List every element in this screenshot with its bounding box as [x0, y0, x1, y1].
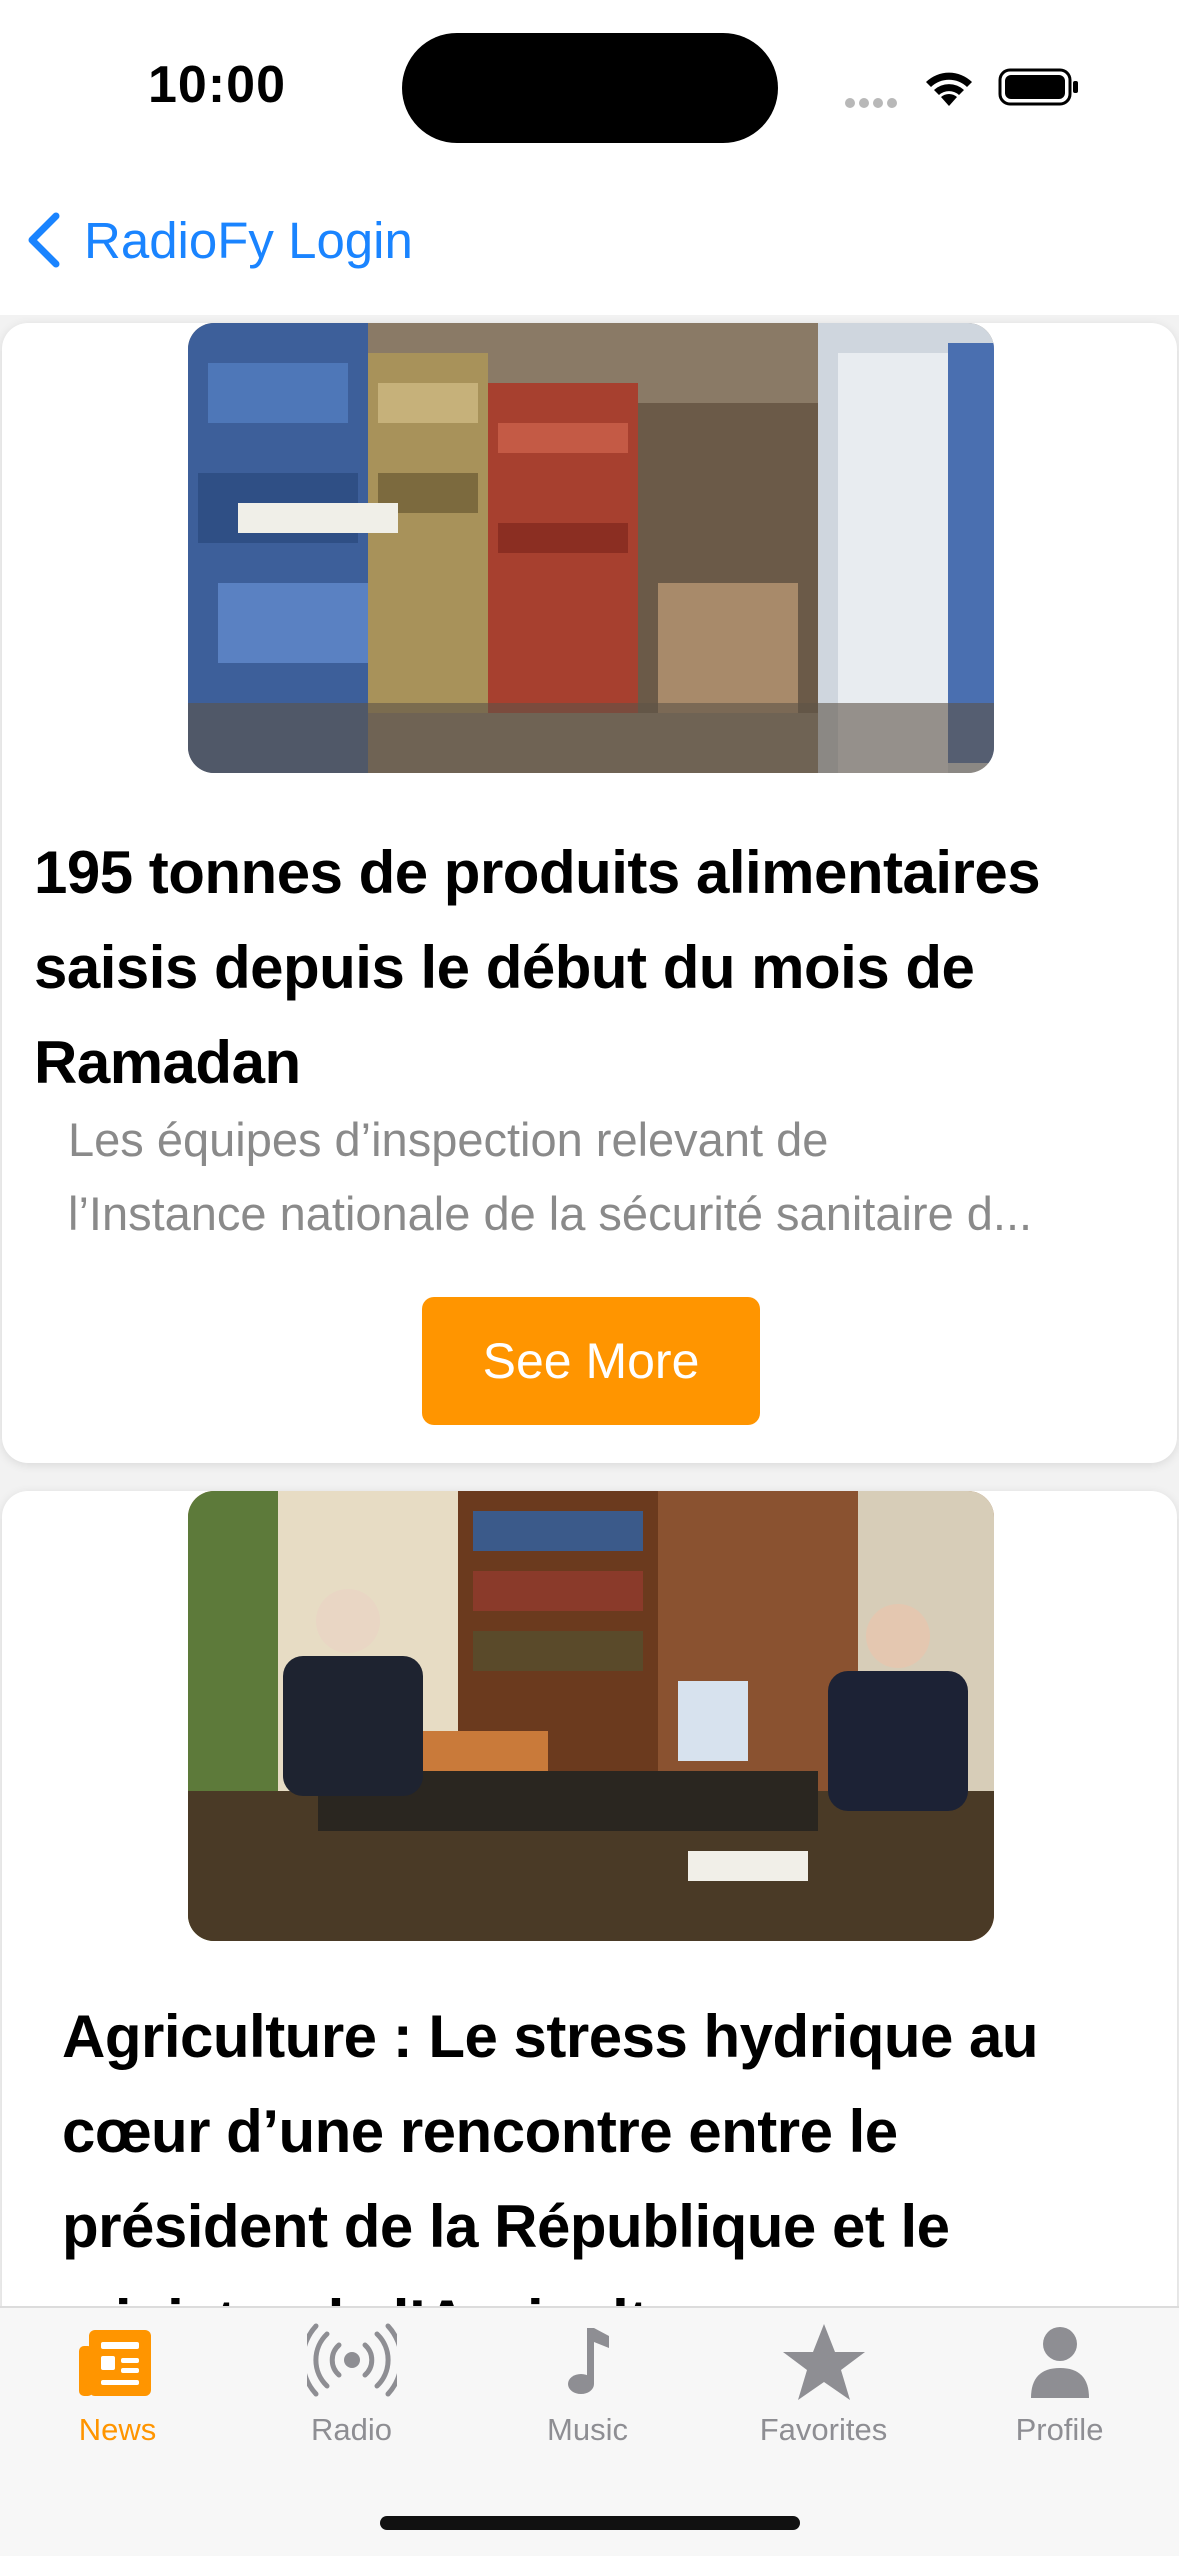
news-feed[interactable]: 195 tonnes de produits alimentaires sais… [0, 315, 1179, 2310]
radio-waves-icon [306, 2323, 397, 2397]
news-card[interactable]: 195 tonnes de produits alimentaires sais… [2, 323, 1177, 1463]
newspaper-icon [78, 2330, 151, 2396]
tab-label: Music [547, 2412, 628, 2447]
article-excerpt: Les équipes d’inspection relevant de l’I… [68, 1103, 1128, 1251]
home-indicator [380, 2516, 800, 2530]
back-button[interactable]: RadioFy Login [24, 195, 413, 285]
article-headline[interactable]: Agriculture : Le stress hydrique au cœur… [62, 1989, 1152, 2310]
article-excerpt-line: l’Instance nationale de la sécurité sani… [68, 1187, 1033, 1240]
article-image [188, 1491, 994, 1941]
article-excerpt-line: Les équipes d’inspection relevant de [68, 1113, 829, 1166]
news-card[interactable]: Agriculture : Le stress hydrique au cœur… [2, 1491, 1177, 2310]
tab-music[interactable]: Music [470, 2320, 705, 2470]
tab-label: Favorites [759, 2412, 888, 2447]
tab-radio[interactable]: Radio [234, 2320, 469, 2470]
status-time: 10:00 [148, 56, 286, 114]
article-headline[interactable]: 195 tonnes de produits alimentaires sais… [34, 825, 1154, 1110]
status-bar: 10:00 [0, 0, 1179, 165]
tab-profile[interactable]: Profile [942, 2320, 1177, 2470]
star-icon [782, 2324, 865, 2400]
tab-label: Profile [1015, 2412, 1104, 2447]
see-more-button[interactable]: See More [422, 1297, 760, 1425]
tab-favorites[interactable]: Favorites [706, 2320, 941, 2470]
person-icon [1030, 2327, 1089, 2398]
app-screen: 10:00 RadioFy Login 195 tonnes de produi… [0, 0, 1179, 2556]
cellular-signal-icon [845, 95, 905, 108]
wifi-icon [926, 72, 972, 106]
chevron-left-icon [28, 212, 60, 268]
navigation-bar: RadioFy Login [0, 165, 1179, 315]
music-note-icon [567, 2328, 609, 2394]
tab-label: News [78, 2412, 157, 2447]
battery-icon [998, 68, 1078, 106]
tab-news[interactable]: News [0, 2320, 235, 2470]
article-image [188, 323, 994, 773]
dynamic-island [402, 33, 778, 143]
tab-label: Radio [311, 2412, 392, 2447]
back-label: RadioFy Login [84, 211, 413, 269]
